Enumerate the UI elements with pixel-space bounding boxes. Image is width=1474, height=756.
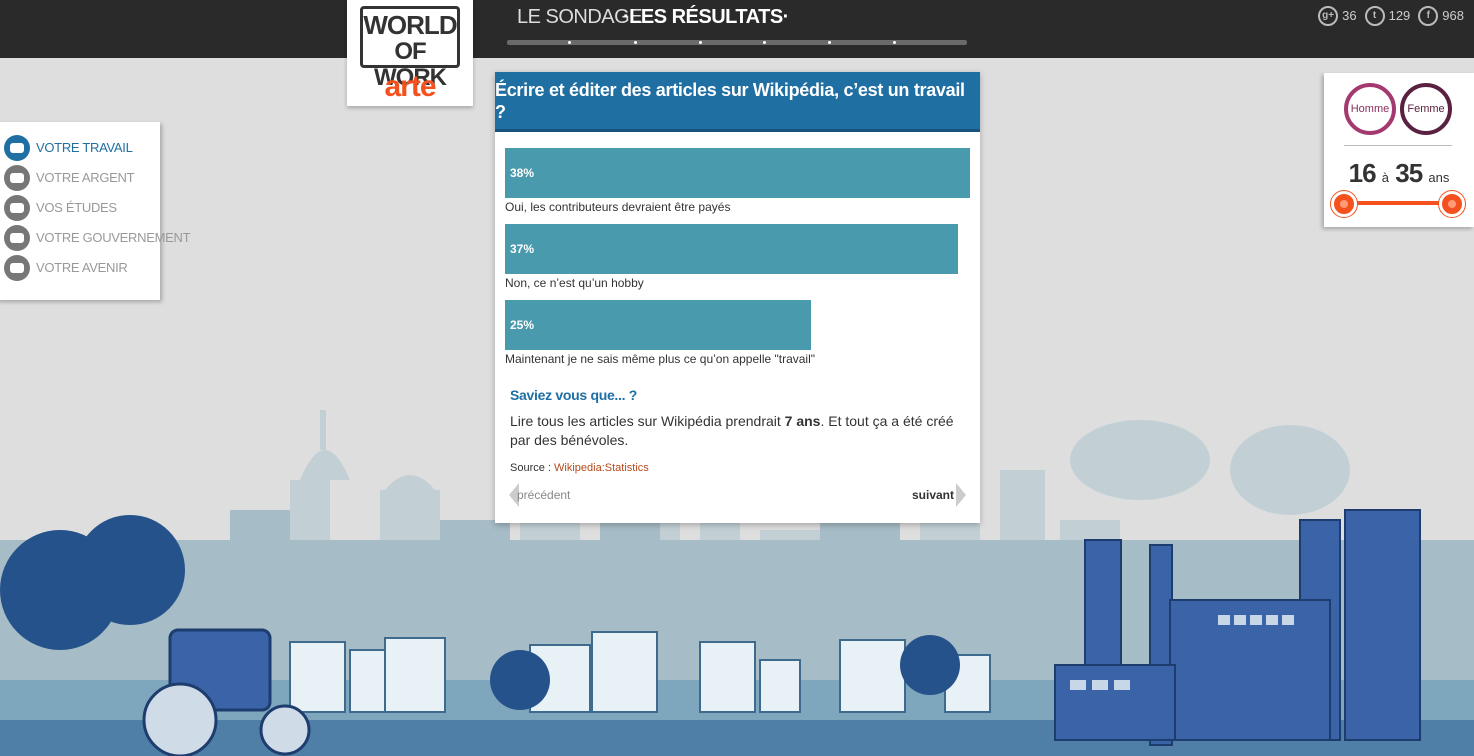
question-title: Écrire et éditer des articles sur Wikipé…	[495, 72, 980, 132]
progress-step[interactable]	[634, 41, 637, 44]
age-separator: à	[1381, 170, 1390, 185]
fact-text-start: Lire tous les articles sur Wikipédia pre…	[510, 413, 785, 429]
arte-logo: arte	[384, 70, 436, 103]
filter-divider	[1344, 145, 1452, 146]
menu-item-votre-argent[interactable]: VOTRE ARGENT	[4, 164, 135, 192]
tab-les-resultats[interactable]: ·LES RÉSULTATS·	[623, 5, 789, 29]
filter-femme-button[interactable]: Femme	[1400, 83, 1452, 135]
chevron-right-icon	[956, 483, 966, 507]
answer-label: Non, ce n’est qu’un hobby	[505, 276, 644, 290]
answer-label: Oui, les contributeurs devraient être pa…	[505, 200, 731, 214]
progress-step[interactable]	[828, 41, 831, 44]
twitter-icon[interactable]: t	[1364, 6, 1385, 26]
rocket-icon	[4, 255, 30, 281]
social-counters: g+ 36 t 129 f 968	[1318, 6, 1468, 26]
fact-source: Source : Wikipedia:Statistics	[510, 461, 649, 475]
facebook-icon[interactable]: f	[1418, 6, 1439, 26]
survey-progress-track	[507, 40, 967, 45]
source-link[interactable]: Wikipedia:Statistics	[554, 462, 649, 474]
answer-result: 25% Maintenant je ne sais même plus ce q…	[505, 300, 970, 366]
answer-percent: 25%	[510, 318, 535, 332]
next-button[interactable]: suivant	[912, 482, 966, 508]
age-range-label: 16 à 35 ans	[1324, 159, 1474, 187]
question-results-card: Écrire et éditer des articles sur Wikipé…	[495, 72, 980, 523]
money-icon	[4, 165, 30, 191]
menu-item-label: VOTRE ARGENT	[36, 170, 135, 185]
previous-button[interactable]: précédent	[509, 482, 570, 508]
answer-percent: 38%	[510, 166, 535, 180]
age-slider-track[interactable]	[1344, 201, 1454, 205]
filter-homme-button[interactable]: Homme	[1344, 83, 1396, 135]
menu-item-votre-gouvernement[interactable]: VOTRE GOUVERNEMENT	[4, 224, 191, 252]
did-you-know-title: Saviez vous que... ?	[510, 387, 638, 403]
progress-step[interactable]	[763, 41, 766, 44]
google-plus-icon[interactable]: g+	[1318, 6, 1339, 26]
government-icon	[4, 225, 30, 251]
answer-bar: 38%	[505, 148, 970, 198]
did-you-know-text: Lire tous les articles sur Wikipédia pre…	[510, 412, 965, 450]
source-label: Source :	[510, 462, 555, 474]
age-slider-max-handle[interactable]	[1439, 191, 1465, 217]
audience-filter: Homme Femme 16 à 35 ans	[1324, 73, 1474, 227]
world-of-work-logo[interactable]: WORLD OF WORK arte	[347, 0, 473, 106]
answer-bar: 37%	[505, 224, 958, 274]
progress-step[interactable]	[893, 41, 896, 44]
previous-label: précédent	[517, 488, 571, 502]
logo-frame: WORLD OF WORK	[360, 6, 460, 91]
menu-item-label: VOS ÉTUDES	[36, 200, 117, 215]
answer-label: Maintenant je ne sais même plus ce qu’on…	[505, 352, 816, 366]
age-max: 35	[1395, 158, 1423, 188]
answer-result: 38% Oui, les contributeurs devraient êtr…	[505, 148, 970, 214]
answer-result: 37% Non, ce n’est qu’un hobby	[505, 224, 970, 290]
answer-percent: 37%	[510, 242, 535, 256]
logo-line-1: WORLD	[363, 10, 457, 40]
age-unit: ans	[1428, 170, 1450, 185]
facebook-count: 968	[1442, 8, 1464, 23]
age-min: 16	[1348, 158, 1377, 188]
next-label: suivant	[911, 488, 954, 502]
answer-bar: 25%	[505, 300, 811, 350]
menu-item-label: VOTRE TRAVAIL	[36, 140, 133, 155]
google-plus-count: 36	[1342, 8, 1357, 23]
twitter-count: 129	[1388, 8, 1411, 23]
menu-item-label: VOTRE AVENIR	[36, 260, 128, 275]
menu-item-votre-avenir[interactable]: VOTRE AVENIR	[4, 254, 128, 282]
menu-item-label: VOTRE GOUVERNEMENT	[36, 230, 191, 245]
menu-item-vos-etudes[interactable]: VOS ÉTUDES	[4, 194, 117, 222]
age-slider-min-handle[interactable]	[1331, 191, 1357, 217]
section-menu: VOTRE TRAVAIL VOTRE ARGENT VOS ÉTUDES VO…	[0, 122, 191, 300]
progress-step[interactable]	[568, 41, 571, 44]
progress-step[interactable]	[699, 41, 702, 44]
fact-highlight: 7 ans	[784, 413, 821, 429]
menu-item-votre-travail[interactable]: VOTRE TRAVAIL	[4, 134, 133, 162]
graduation-icon	[4, 195, 30, 221]
briefcase-icon	[4, 135, 30, 161]
